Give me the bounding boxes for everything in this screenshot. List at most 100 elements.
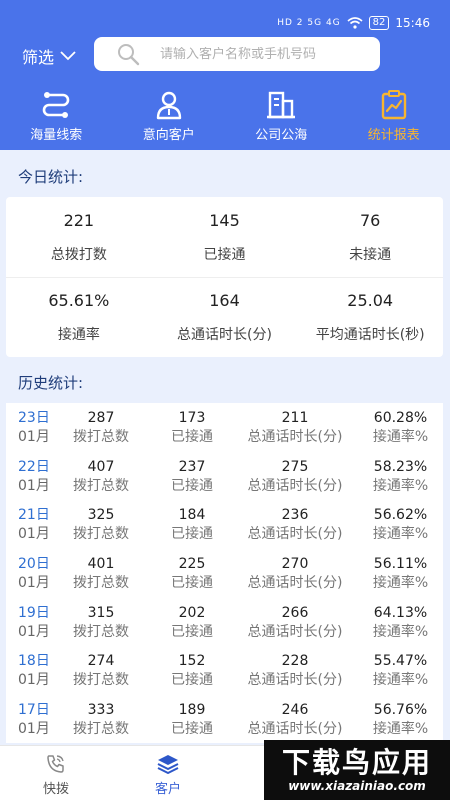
tab-label: 快拨 xyxy=(42,782,69,797)
signal-indicator: HD 2 5G 4G xyxy=(277,18,341,28)
row-duration-label: 总通话时长(分) xyxy=(247,575,343,592)
row-rate-label: 接通率% xyxy=(372,672,429,689)
layers-icon xyxy=(157,755,179,774)
search-box[interactable] xyxy=(94,37,380,71)
route-icon xyxy=(43,92,70,118)
row-duration-label: 总通话时长(分) xyxy=(247,672,343,689)
user-icon xyxy=(156,91,181,120)
tab-quick-dial[interactable]: 快拨 xyxy=(0,746,112,800)
today-stats-card: 221 总拨打数 145 已接通 76 未接通 65.61% 接通率 164 总… xyxy=(6,197,443,357)
phone-icon xyxy=(47,755,64,773)
row-dials: 315 xyxy=(87,604,115,621)
row-dials: 333 xyxy=(87,701,115,718)
wifi-icon xyxy=(347,17,363,29)
row-day: 17日 xyxy=(18,701,50,718)
status-bar: HD 2 5G 4G 82 15:46 xyxy=(277,14,430,32)
chevron-down-icon xyxy=(60,51,76,61)
row-rate: 64.13% xyxy=(373,604,428,621)
row-dials: 287 xyxy=(87,410,115,427)
row-duration: 211 xyxy=(281,410,309,427)
stat-value: 164 xyxy=(209,291,240,310)
nav-label: 海量线索 xyxy=(30,128,83,143)
stat-label: 未接通 xyxy=(349,246,392,263)
row-rate-label: 接通率% xyxy=(372,623,429,640)
stat-label: 已接通 xyxy=(203,246,246,263)
row-day: 19日 xyxy=(18,604,50,621)
row-duration: 246 xyxy=(281,701,309,718)
watermark-url: www.xiazainiao.com xyxy=(288,779,426,793)
search-icon xyxy=(118,44,140,66)
row-rate: 60.28% xyxy=(373,410,428,427)
history-row[interactable]: 23日 01月 287 拨打总数 173 已接通 211 总通话时长(分) 60.28%… xyxy=(6,403,443,452)
row-dials-label: 拨打总数 xyxy=(73,575,129,592)
row-dials: 407 xyxy=(87,458,115,475)
row-connected-label: 已接通 xyxy=(171,720,213,737)
tab-customers[interactable]: 客户 xyxy=(112,746,224,800)
history-row[interactable]: 20日 01月 401 拨打总数 225 已接通 270 总通话时长(分) 56.11%… xyxy=(6,549,443,598)
row-connected: 173 xyxy=(178,410,206,427)
row-rate: 56.62% xyxy=(373,507,428,524)
clock: 15:46 xyxy=(395,16,430,30)
row-dials-label: 拨打总数 xyxy=(73,720,129,737)
stat-value: 221 xyxy=(63,210,95,230)
history-row[interactable]: 17日 01月 333 拨打总数 189 已接通 246 总通话时长(分) 56.76%… xyxy=(6,695,443,743)
stat-label: 接通率 xyxy=(57,327,100,343)
row-duration-label: 总通话时长(分) xyxy=(247,720,343,737)
history-row[interactable]: 18日 01月 274 拨打总数 152 已接通 228 总通话时长(分) 55.47%… xyxy=(6,646,443,695)
row-duration: 266 xyxy=(281,604,309,621)
stat-total-duration: 164 总通话时长(分) xyxy=(152,278,298,357)
row-connected-label: 已接通 xyxy=(171,429,213,446)
history-list[interactable]: 23日 01月 287 拨打总数 173 已接通 211 总通话时长(分) 60.28%… xyxy=(6,403,443,743)
top-nav: 海量线索 意向客户 公司公海 统计报表 xyxy=(0,90,450,146)
row-day: 18日 xyxy=(18,653,50,670)
history-row[interactable]: 22日 01月 407 拨打总数 237 已接通 275 总通话时长(分) 58.23%… xyxy=(6,452,443,501)
stat-avg-duration: 25.04 平均通话时长(秒) xyxy=(297,278,443,357)
stat-connected: 145 已接通 xyxy=(152,197,298,277)
stat-connect-rate: 65.61% 接通率 xyxy=(6,278,152,357)
filter-dropdown[interactable]: 筛选 xyxy=(22,44,76,68)
row-connected: 237 xyxy=(178,458,206,475)
row-rate-label: 接通率% xyxy=(372,477,429,494)
stat-value: 65.61% xyxy=(48,291,110,310)
row-day: 21日 xyxy=(18,507,50,524)
row-connected: 189 xyxy=(178,701,206,718)
building-icon xyxy=(267,91,296,119)
nav-item-reports[interactable]: 统计报表 xyxy=(338,90,450,146)
stat-value: 76 xyxy=(360,210,381,230)
row-rate: 56.76% xyxy=(373,701,428,718)
app-header: HD 2 5G 4G 82 15:46 筛选 海量线索 意向客户 公司公海 统计… xyxy=(0,0,450,150)
row-dials: 401 xyxy=(87,556,115,573)
stat-label: 总通话时长(分) xyxy=(177,327,272,343)
row-duration: 228 xyxy=(281,653,309,670)
stat-label: 总拨打数 xyxy=(50,246,107,263)
row-connected: 184 xyxy=(178,507,206,524)
history-row[interactable]: 19日 01月 315 拨打总数 202 已接通 266 总通话时长(分) 64.13%… xyxy=(6,597,443,646)
row-duration-label: 总通话时长(分) xyxy=(247,526,343,543)
report-icon xyxy=(381,90,406,120)
history-row[interactable]: 21日 01月 325 拨打总数 184 已接通 236 总通话时长(分) 56.62%… xyxy=(6,500,443,549)
stat-not-connected: 76 未接通 xyxy=(297,197,443,277)
row-day: 20日 xyxy=(18,556,50,573)
row-rate: 55.47% xyxy=(373,653,428,670)
row-day: 23日 xyxy=(18,410,50,427)
nav-item-leads[interactable]: 海量线索 xyxy=(0,90,113,146)
nav-item-prospects[interactable]: 意向客户 xyxy=(113,90,226,146)
nav-item-public-pool[interactable]: 公司公海 xyxy=(225,90,338,146)
row-rate-label: 接通率% xyxy=(372,575,429,592)
search-input[interactable] xyxy=(160,46,360,62)
row-month: 01月 xyxy=(18,526,50,543)
row-duration-label: 总通话时长(分) xyxy=(247,477,343,494)
site-watermark: 下载鸟应用 www.xiazainiao.com xyxy=(264,740,450,800)
today-title: 今日统计: xyxy=(18,168,84,186)
watermark-title: 下载鸟应用 xyxy=(281,746,432,779)
nav-label: 公司公海 xyxy=(255,128,308,143)
battery-level: 82 xyxy=(368,16,390,30)
row-month: 01月 xyxy=(18,477,50,494)
stat-label: 平均通话时长(秒) xyxy=(315,327,425,343)
row-month: 01月 xyxy=(18,623,50,640)
row-dials-label: 拨打总数 xyxy=(73,672,129,689)
stat-value: 145 xyxy=(209,210,240,230)
row-month: 01月 xyxy=(18,575,50,592)
stat-value: 25.04 xyxy=(347,291,394,310)
row-dials: 325 xyxy=(87,507,115,524)
